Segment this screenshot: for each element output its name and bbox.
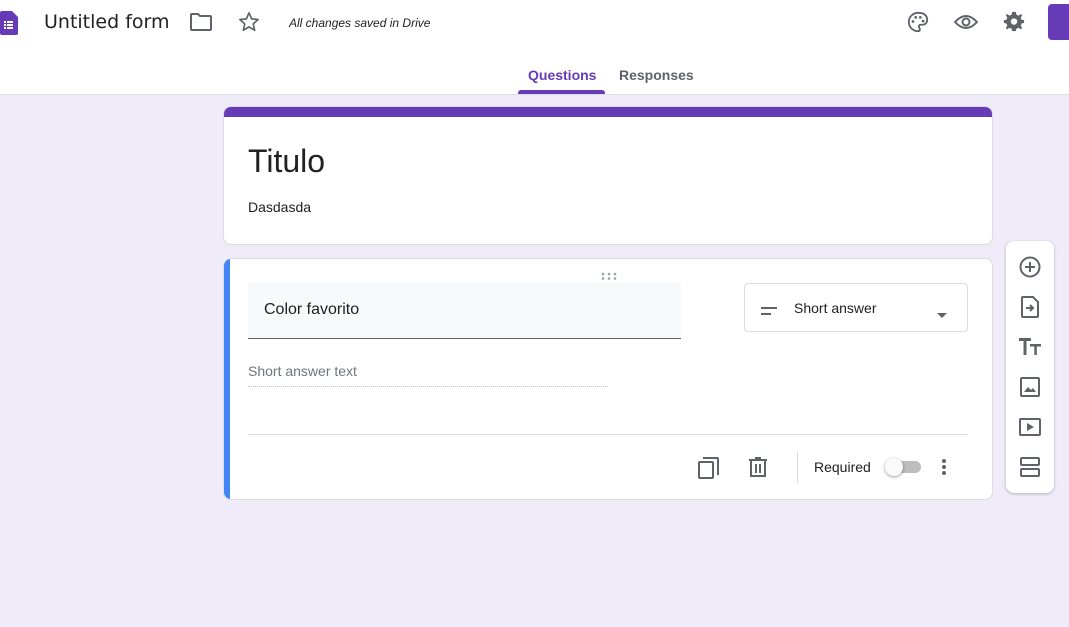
question-card-focus-bar: [224, 259, 230, 499]
add-image-icon[interactable]: [1018, 375, 1042, 399]
form-description[interactable]: Dasdasda: [248, 199, 311, 215]
tab-responses[interactable]: Responses: [619, 67, 694, 83]
question-title-input[interactable]: Color favorito: [248, 283, 681, 339]
tab-questions[interactable]: Questions: [528, 67, 596, 83]
floating-toolbar: [1006, 241, 1054, 493]
add-section-icon[interactable]: [1018, 455, 1042, 479]
short-answer-icon: [761, 302, 777, 320]
required-toggle[interactable]: [885, 458, 921, 476]
toggle-thumb: [885, 458, 903, 476]
tab-bar: Questions Responses: [0, 62, 1069, 95]
add-question-icon[interactable]: [1018, 255, 1042, 279]
star-icon[interactable]: [237, 10, 261, 34]
add-video-icon[interactable]: [1018, 415, 1042, 439]
title-card-accent-bar: [224, 107, 992, 117]
question-card[interactable]: Color favorito Short answer Short answer…: [223, 258, 993, 500]
folder-icon[interactable]: [189, 10, 213, 34]
duplicate-icon[interactable]: [697, 455, 721, 479]
header-bar: Untitled form All changes saved in Drive…: [0, 0, 1069, 95]
required-label: Required: [814, 459, 871, 475]
form-title[interactable]: Titulo: [248, 143, 325, 180]
add-title-icon[interactable]: [1018, 335, 1042, 359]
chevron-down-icon: [937, 305, 947, 323]
gear-icon[interactable]: [1002, 10, 1026, 34]
question-footer-divider: [248, 434, 968, 435]
question-type-dropdown[interactable]: Short answer: [744, 283, 968, 332]
form-title-card[interactable]: Titulo Dasdasda: [223, 106, 993, 245]
send-button[interactable]: [1048, 4, 1069, 40]
question-type-label: Short answer: [794, 300, 877, 316]
footer-vertical-divider: [797, 451, 798, 483]
trash-icon[interactable]: [746, 455, 770, 479]
import-questions-icon[interactable]: [1018, 295, 1042, 319]
palette-icon[interactable]: [906, 10, 930, 34]
save-status-text: All changes saved in Drive: [289, 16, 431, 30]
short-answer-placeholder: Short answer text: [248, 363, 608, 387]
active-tab-indicator: [518, 90, 605, 94]
form-document-title[interactable]: Untitled form: [44, 11, 170, 33]
forms-app-icon[interactable]: [0, 11, 18, 35]
eye-icon[interactable]: [954, 10, 978, 34]
more-options-icon[interactable]: [932, 455, 956, 479]
